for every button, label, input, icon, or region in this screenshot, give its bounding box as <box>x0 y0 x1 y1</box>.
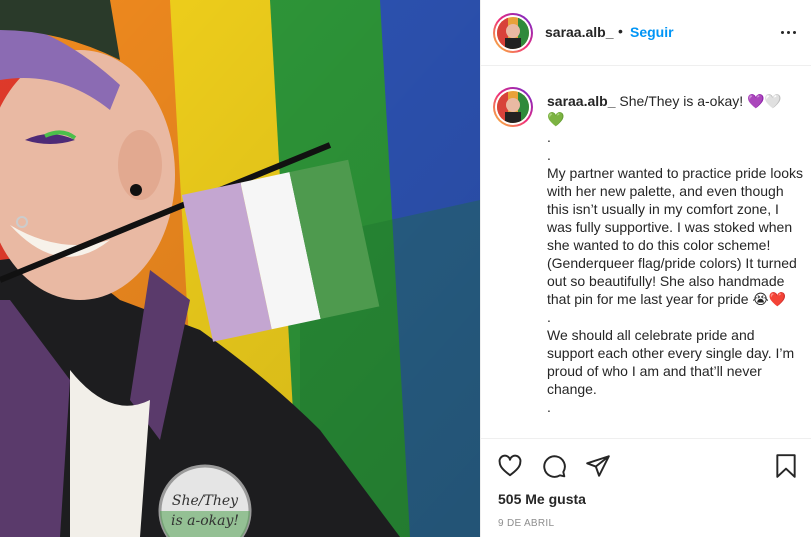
post-header: saraa.alb_ • Seguir <box>481 0 811 66</box>
pin-text-line1: She/They <box>172 493 239 509</box>
heart-icon[interactable] <box>497 453 523 479</box>
share-icon[interactable] <box>585 453 611 479</box>
post-caption: saraa.alb_ She/They is a-okay! 💜🤍 💚 . . … <box>547 92 805 416</box>
post-footer: 505 Me gusta 9 DE ABRIL <box>481 438 811 537</box>
more-options-icon[interactable] <box>778 22 798 42</box>
post-username[interactable]: saraa.alb_ <box>545 24 614 40</box>
follow-button[interactable]: Seguir <box>630 24 674 40</box>
caption-avatar-image <box>497 91 529 123</box>
bookmark-icon[interactable] <box>773 453 799 479</box>
post-photo[interactable]: She/They is a-okay! <box>0 0 480 537</box>
caption-avatar[interactable] <box>493 87 533 127</box>
pin-text-line2: is a-okay! <box>171 513 239 529</box>
post-photo-image: She/They is a-okay! <box>0 0 480 537</box>
post-date[interactable]: 9 DE ABRIL <box>498 518 554 529</box>
comment-icon[interactable] <box>541 453 567 479</box>
action-bar <box>481 453 811 479</box>
caption-username[interactable]: saraa.alb_ <box>547 93 616 109</box>
comments-section[interactable]: saraa.alb_ She/They is a-okay! 💜🤍 💚 . . … <box>481 67 811 438</box>
avatar[interactable] <box>493 13 533 53</box>
caption-text: She/They is a-okay! 💜🤍 💚 . . My partner … <box>547 93 804 415</box>
likes-count[interactable]: 505 Me gusta <box>498 491 586 507</box>
post-side-panel: saraa.alb_ • Seguir saraa.alb_ She/They … <box>480 0 811 537</box>
avatar-image <box>497 17 529 49</box>
separator-dot: • <box>618 23 623 39</box>
